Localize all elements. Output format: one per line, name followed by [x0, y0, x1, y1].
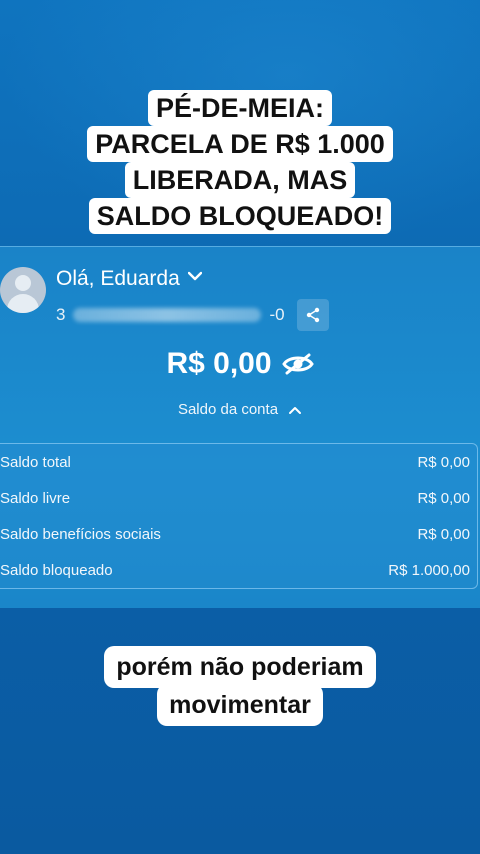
row-label: Saldo bloqueado [0, 562, 113, 579]
row-value: R$ 0,00 [417, 454, 470, 471]
balance-toggle[interactable]: Saldo da conta [0, 401, 480, 418]
row-value: R$ 0,00 [417, 490, 470, 507]
share-button[interactable] [296, 299, 329, 331]
row-label: Saldo benefícios sociais [0, 526, 161, 543]
account-number-end: -0 [269, 305, 285, 324]
account-panel: Olá, Eduarda 3 -0 R$ 0,00 Saldo da conta [0, 246, 480, 608]
balance-amount: R$ 0,00 [166, 347, 272, 380]
headline-line-3: LIBERADA, MAS [124, 162, 356, 198]
account-switcher[interactable]: Olá, Eduarda [56, 267, 202, 291]
avatar-head [15, 275, 31, 291]
headline-line-4: SALDO BLOQUEADO! [88, 198, 392, 234]
row-label: Saldo livre [0, 490, 71, 507]
balance-display: R$ 0,00 [0, 347, 480, 381]
row-value: R$ 0,00 [417, 526, 470, 543]
greeting-text: Olá, Eduarda [56, 267, 180, 290]
share-icon [306, 307, 319, 323]
caption-line-1: porém não poderiam [104, 646, 376, 688]
balances-table: Saldo total R$ 0,00 Saldo livre R$ 0,00 … [0, 443, 478, 589]
balance-label: Saldo da conta [177, 401, 279, 418]
headline-line-2: PARCELA DE R$ 1.000 [87, 126, 393, 162]
caption-overlay: porém não poderiam movimentar [0, 646, 480, 726]
account-number-row: 3 -0 [56, 299, 329, 331]
chevron-up-icon [289, 406, 302, 414]
table-row: Saldo total R$ 0,00 [0, 454, 470, 471]
caption-line-2: movimentar [157, 684, 323, 726]
headline-line-1: PÉ-DE-MEIA: [148, 90, 332, 126]
table-row: Saldo bloqueado R$ 1.000,00 [0, 562, 470, 579]
table-row: Saldo benefícios sociais R$ 0,00 [0, 526, 470, 543]
avatar-body [7, 294, 39, 313]
avatar[interactable] [0, 267, 46, 313]
account-number-start: 3 [56, 305, 66, 324]
row-value: R$ 1.000,00 [388, 562, 470, 579]
row-label: Saldo total [0, 454, 71, 471]
eye-off-icon[interactable] [281, 352, 314, 376]
headline-overlay: PÉ-DE-MEIA: PARCELA DE R$ 1.000 LIBERADA… [0, 90, 480, 234]
table-row: Saldo livre R$ 0,00 [0, 490, 470, 507]
chevron-down-icon [187, 271, 202, 281]
account-number-blurred [73, 308, 262, 322]
